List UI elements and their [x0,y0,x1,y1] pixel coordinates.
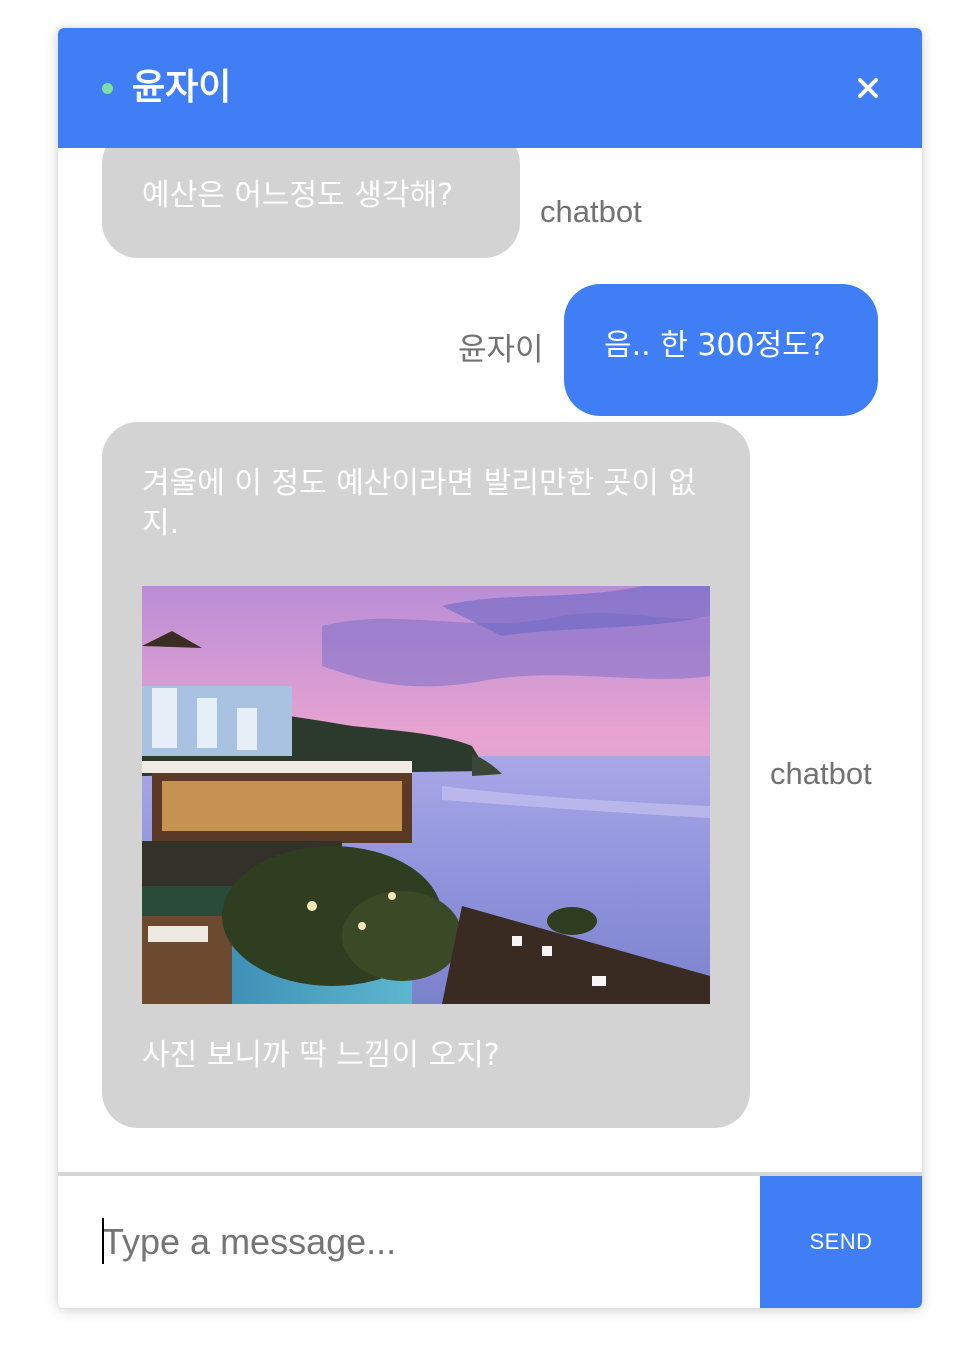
sender-label: chatbot [770,756,872,791]
message-text: 예산은 어느정도 생각해? [142,178,453,213]
message-list[interactable]: 예산은 어느정도 생각해? chatbot 윤자이 음.. 한 300정도? 겨… [58,148,922,1172]
bot-message-bubble: 겨울에 이 정도 예산이라면 발리만한 곳이 없지. 사진 보니까 딱 느낌이 … [102,422,750,1128]
message-input[interactable] [58,1176,760,1308]
sender-label: 윤자이 [458,332,544,367]
sender-label: chatbot [540,194,642,229]
send-button[interactable]: SEND [760,1176,922,1308]
message-text: 겨울에 이 정도 예산이라면 발리만한 곳이 없지. [142,466,697,541]
resort-photo[interactable] [142,586,710,1004]
message-text: 음.. 한 300정도? [604,328,826,363]
close-icon [858,78,878,98]
bot-message-bubble: 예산은 어느정도 생각해? [102,148,520,258]
user-message-bubble: 음.. 한 300정도? [564,284,878,416]
chat-window: 윤자이 예산은 어느정도 생각해? chatbot 윤자이 음.. 한 300정… [58,28,922,1308]
close-button[interactable] [852,72,884,104]
message-composer: SEND [58,1172,922,1308]
chat-header: 윤자이 [58,28,922,148]
cliffside-resort-sunset-photo [142,586,710,1004]
chat-title: 윤자이 [132,67,232,108]
online-status-dot [102,83,113,94]
message-text: 사진 보니까 딱 느낌이 오지? [142,1038,500,1073]
text-caret [102,1218,104,1264]
